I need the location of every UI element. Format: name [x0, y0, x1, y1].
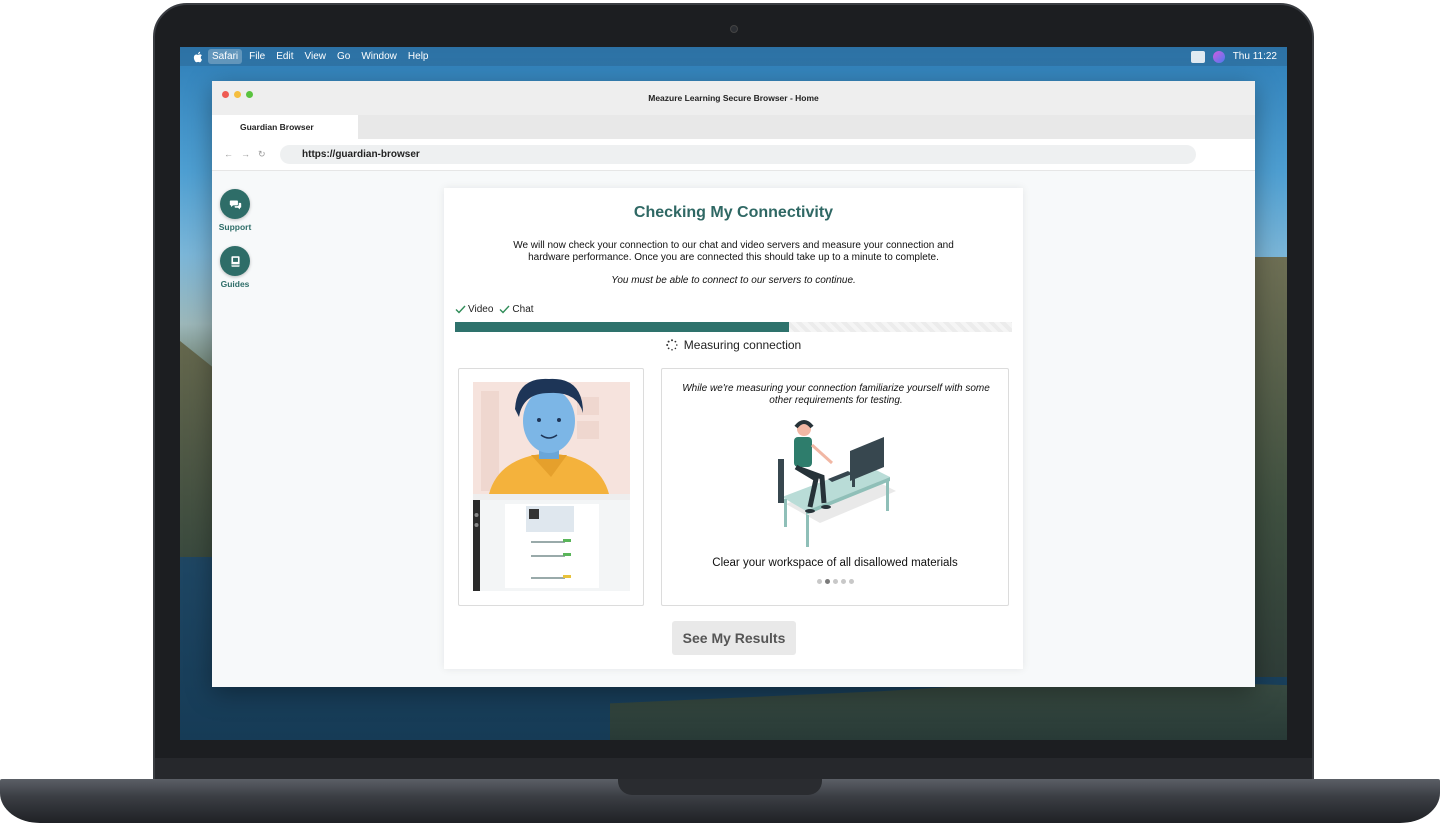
- siri-icon[interactable]: [1212, 50, 1225, 63]
- chat-bubbles-icon: [220, 189, 250, 219]
- menu-go[interactable]: Go: [333, 49, 354, 64]
- menu-file[interactable]: File: [245, 49, 269, 64]
- carousel-dot[interactable]: [816, 579, 822, 584]
- check-chat: Chat: [499, 304, 534, 315]
- carousel-dot[interactable]: [832, 579, 838, 584]
- check-chat-label: Chat: [512, 304, 534, 315]
- reload-icon[interactable]: ↻: [258, 149, 266, 160]
- checkmark-icon: [499, 305, 510, 314]
- carousel-dots: [662, 579, 1008, 584]
- laptop-notch: [618, 779, 822, 795]
- book-icon: [220, 246, 250, 276]
- nav-buttons: ← → ↻: [224, 149, 270, 160]
- display-icon[interactable]: [1190, 50, 1205, 63]
- menu-safari[interactable]: Safari: [208, 49, 243, 64]
- workspace-illustration: [778, 420, 896, 547]
- preview-panel: [458, 368, 644, 606]
- laptop-chin: [155, 758, 1312, 780]
- status-line: Measuring connection: [444, 338, 1023, 352]
- page-title: Checking My Connectivity: [633, 204, 834, 221]
- menu-window[interactable]: Window: [357, 49, 401, 64]
- traffic-lights: [222, 91, 253, 98]
- support-label: Support: [218, 222, 252, 232]
- checkmark-icon: [455, 305, 466, 314]
- tab-bar: Guardian Browser: [212, 115, 1255, 139]
- close-icon[interactable]: [222, 91, 229, 98]
- support-button[interactable]: Support: [218, 189, 252, 232]
- apple-icon[interactable]: [188, 48, 208, 65]
- menubar-status: Thu 11:22: [1190, 47, 1277, 66]
- guides-button[interactable]: Guides: [218, 246, 252, 289]
- menu-help[interactable]: Help: [404, 49, 433, 64]
- guides-label: Guides: [220, 279, 250, 289]
- check-video-label: Video: [468, 304, 494, 315]
- tab-guardian-browser[interactable]: Guardian Browser: [212, 115, 358, 139]
- check-list: Video Chat: [455, 304, 534, 315]
- see-results-button[interactable]: See My Results: [672, 621, 796, 655]
- info-caption: While we're measuring your connection fa…: [682, 383, 990, 406]
- carousel-dot[interactable]: [848, 579, 854, 584]
- slide-caption: Clear your workspace of all disallowed m…: [712, 557, 958, 569]
- camera: [730, 25, 738, 33]
- proctor-illustration: [473, 378, 630, 591]
- check-video: Video: [455, 304, 493, 315]
- progress-fill: [455, 322, 790, 332]
- menu-edit[interactable]: Edit: [272, 49, 297, 64]
- connectivity-note: You must be able to connect to our serve…: [611, 275, 856, 286]
- connectivity-description: We will now check your connection to our…: [513, 240, 954, 263]
- progress-bar: [455, 322, 1012, 332]
- window-titlebar: Meazure Learning Secure Browser - Home: [212, 81, 1255, 115]
- page-content: Support Guides Checking My Connectivity …: [212, 171, 1255, 687]
- wallpaper-coast: [610, 679, 1287, 740]
- back-icon[interactable]: ←: [224, 149, 233, 160]
- spinner-icon: [665, 339, 678, 351]
- window-title: Meazure Learning Secure Browser - Home: [648, 93, 819, 103]
- browser-window: Meazure Learning Secure Browser - Home G…: [212, 81, 1255, 687]
- menubar-clock[interactable]: Thu 11:22: [1233, 51, 1277, 62]
- carousel-dot[interactable]: [824, 579, 830, 584]
- menu-view[interactable]: View: [300, 49, 330, 64]
- status-text: Measuring connection: [683, 338, 802, 352]
- macos-menubar: Safari File Edit View Go Window Help Thu…: [180, 47, 1287, 66]
- url-field[interactable]: https://guardian-browser: [280, 145, 1196, 164]
- maximize-icon[interactable]: [246, 91, 253, 98]
- forward-icon[interactable]: →: [241, 149, 250, 160]
- carousel-dot[interactable]: [840, 579, 846, 584]
- info-panel: While we're measuring your connection fa…: [661, 368, 1009, 606]
- screen: Safari File Edit View Go Window Help Thu…: [180, 47, 1287, 740]
- connectivity-card: Checking My Connectivity We will now che…: [444, 188, 1023, 669]
- address-bar: ← → ↻ https://guardian-browser: [212, 139, 1255, 171]
- minimize-icon[interactable]: [234, 91, 241, 98]
